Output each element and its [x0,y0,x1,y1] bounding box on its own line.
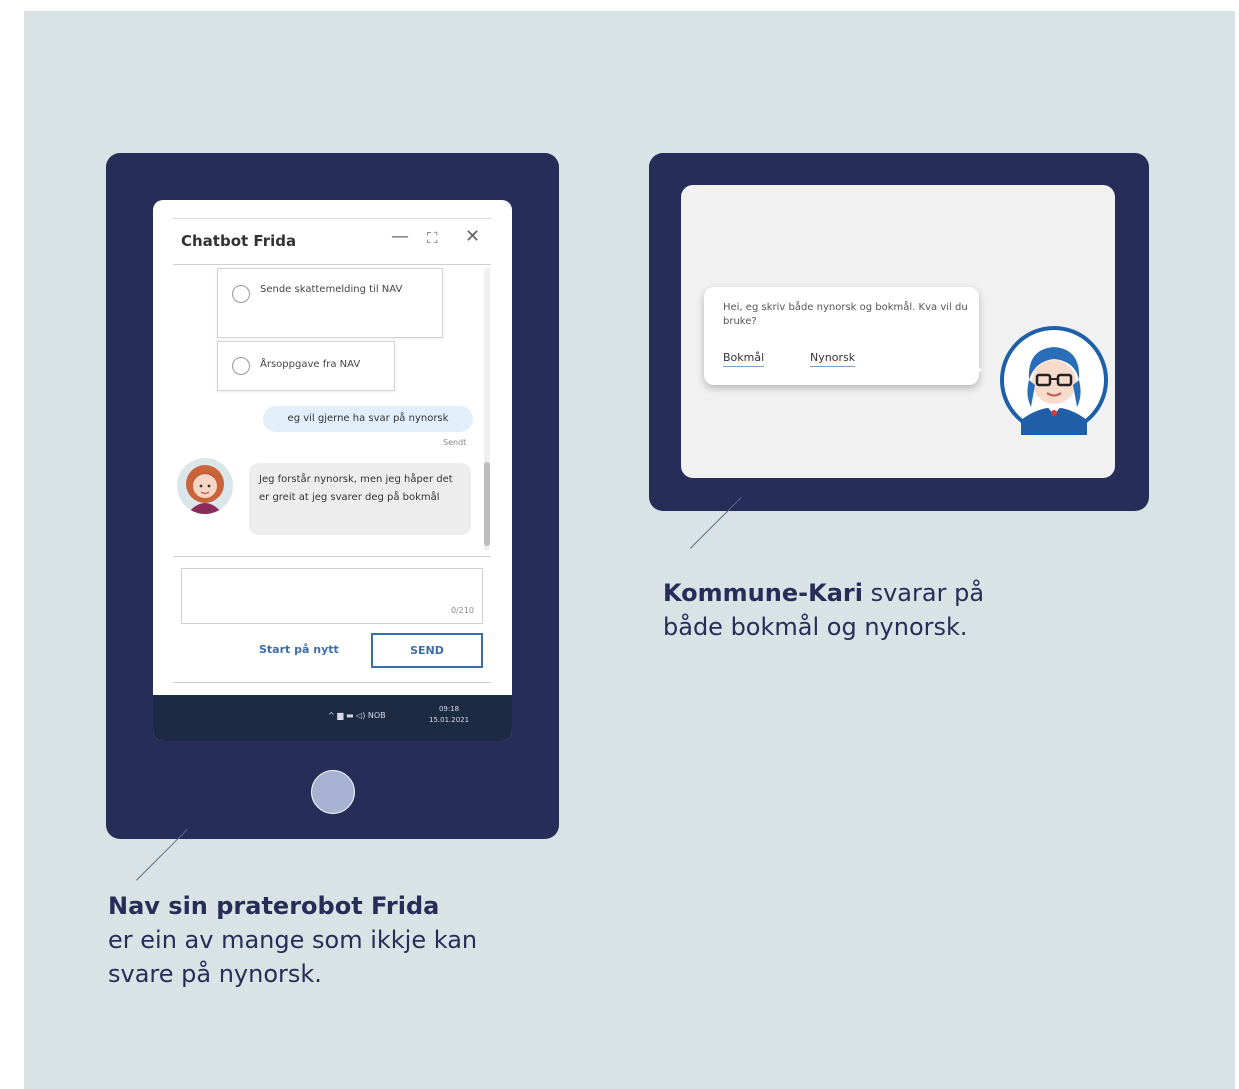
option-label: Sende skattemelding til NAV [260,284,403,295]
message-input[interactable]: 0/210 [181,568,483,624]
frida-caption-title: Nav sin praterobot Frida [108,892,440,920]
kari-avatar[interactable] [999,325,1109,435]
windows-taskbar: ^ ▆ ▬ ◁) NOB 09:18 15.01.2021 [153,695,512,741]
divider [173,682,491,683]
scrollbar-thumb[interactable] [484,462,490,546]
restart-link[interactable]: Start på nytt [259,643,339,656]
frida-avatar [177,458,233,514]
monitor-screen: Hei, eg skriv både nynorsk og bokmål. Kv… [681,185,1115,478]
expand-icon[interactable]: ⛶ [427,231,438,246]
kari-chat-bubble: Hei, eg skriv både nynorsk og bokmål. Kv… [704,287,979,385]
nynorsk-option[interactable]: Nynorsk [810,351,856,367]
frida-caption-body: er ein av mange som ikkje kan svare på n… [108,926,478,988]
bokmal-option[interactable]: Bokmål [723,351,765,367]
close-icon[interactable]: ✕ [465,228,480,246]
home-button[interactable] [311,770,355,814]
tablet-screen: Chatbot Frida — ⛶ ✕ Sende skattemelding … [153,200,512,741]
bot-message: Jeg forstår nynorsk, men jeg håper det e… [249,463,471,535]
monitor-frame: Hei, eg skriv både nynorsk og bokmål. Kv… [649,153,1149,511]
kari-caption: Kommune-Kari svarar på både bokmål og ny… [663,576,1023,644]
radio-icon[interactable] [232,285,250,303]
chat-title: Chatbot Frida [181,232,297,250]
divider [173,264,491,265]
divider [173,556,491,557]
system-tray[interactable]: ^ ▆ ▬ ◁) NOB [328,711,386,720]
option-arsoppgave[interactable]: Årsoppgave fra NAV [217,341,395,391]
user-message: eg vil gjerne ha svar på nynorsk [263,406,473,432]
divider [173,218,491,219]
clock-time: 09:18 [438,705,460,713]
sent-status: Sendt [443,438,467,447]
send-button[interactable]: SEND [371,633,483,668]
radio-icon[interactable] [232,357,250,375]
frida-caption: Nav sin praterobot Frida er ein av mange… [108,889,528,991]
clock-date: 15.01.2021 [429,716,470,724]
minimize-icon[interactable]: — [391,228,409,246]
kari-caption-title: Kommune-Kari [663,579,863,607]
bubble-tail [972,363,982,377]
option-sende-skattemelding[interactable]: Sende skattemelding til NAV [217,268,443,338]
taskbar-clock[interactable]: 09:18 15.01.2021 [429,704,469,726]
char-counter: 0/210 [450,606,474,615]
bot-message-text: Jeg forstår nynorsk, men jeg håper det e… [259,474,453,503]
option-label: Årsoppgave fra NAV [260,359,361,370]
tablet-frame: Chatbot Frida — ⛶ ✕ Sende skattemelding … [106,153,559,839]
kari-message: Hei, eg skriv både nynorsk og bokmål. Kv… [723,302,968,327]
